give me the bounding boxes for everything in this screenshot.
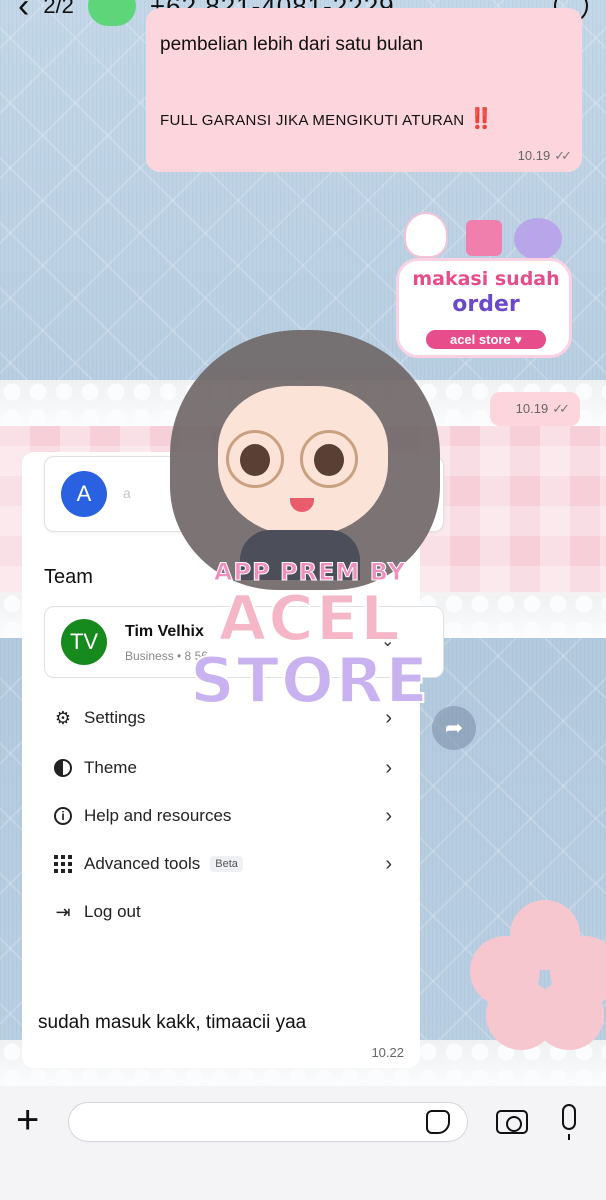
sticker-text: acel store ♥: [426, 330, 546, 349]
account-card[interactable]: A a: [44, 456, 444, 532]
message-time: 10.19: [517, 148, 551, 163]
account-avatar: A: [61, 471, 107, 517]
bunny-sticker-icon: [404, 212, 448, 258]
menu-item-theme[interactable]: Theme ›: [52, 750, 392, 786]
chevron-right-icon: ›: [385, 756, 392, 779]
read-receipt-icon: ✓✓: [554, 148, 572, 163]
message-timestamp: 10.19 ✓✓: [517, 148, 572, 164]
message-text-line: FULL GARANSI JIKA MENGIKUTI ATURAN: [160, 112, 465, 129]
menu-item-settings[interactable]: ⚙ Settings ›: [52, 700, 392, 736]
chat-counter: 2/2: [43, 0, 74, 18]
sticker-text: order: [452, 292, 520, 317]
incoming-image-message[interactable]: A a Team TV Tim Velhix Business • 8 56 ⌄…: [22, 452, 444, 1068]
team-plan: Business • 8 56: [125, 649, 208, 663]
bear-sticker-icon: [514, 218, 562, 260]
attach-plus-icon[interactable]: +: [16, 1100, 39, 1140]
shopping-bag-icon: [466, 220, 502, 256]
sticker-icon[interactable]: [426, 1110, 450, 1134]
camera-icon[interactable]: [496, 1110, 528, 1134]
double-exclamation-emoji: ‼️: [468, 108, 495, 130]
chevron-down-icon: ⌄: [381, 633, 395, 650]
team-card[interactable]: TV Tim Velhix Business • 8 56 ⌄: [44, 606, 444, 678]
contact-avatar[interactable]: [87, 0, 136, 26]
message-text: FULL GARANSI JIKA MENGIKUTI ATURAN ‼️: [160, 106, 568, 131]
gear-icon: ⚙: [54, 707, 72, 728]
menu-item-logout[interactable]: ⇥ Log out: [52, 894, 392, 930]
flower-decoration: [470, 900, 606, 1050]
menu-item-label: Theme: [84, 758, 137, 777]
chevron-right-icon: ›: [385, 804, 392, 827]
menu-item-label: Advanced tools: [84, 854, 201, 873]
outgoing-message-bubble[interactable]: pembelian lebih dari satu bulan FULL GAR…: [146, 8, 582, 172]
team-heading: Team: [44, 566, 93, 588]
chevron-right-icon: ›: [385, 852, 392, 875]
team-name: Tim Velhix: [125, 623, 204, 640]
sticker-timestamp-bubble: 10.19 ✓✓: [490, 392, 580, 426]
message-time: 10.19: [515, 401, 549, 416]
theme-icon: [52, 757, 74, 779]
thank-you-sticker[interactable]: makasi sudah order acel store ♥: [386, 208, 580, 368]
message-time: 10.22: [371, 1045, 404, 1060]
sticker-text: makasi sudah: [412, 268, 560, 290]
forward-icon[interactable]: ➦: [432, 706, 476, 750]
message-text: pembelian lebih dari satu bulan: [160, 34, 424, 55]
account-name: a: [123, 485, 131, 501]
beta-badge: Beta: [210, 856, 243, 872]
message-composer: +: [0, 1086, 606, 1200]
message-timestamp: 10.19 ✓✓: [515, 401, 570, 417]
back-icon[interactable]: ‹: [18, 0, 29, 26]
logout-icon: ⇥: [55, 901, 71, 922]
menu-item-advanced-tools[interactable]: Advanced tools Beta ›: [52, 846, 392, 882]
team-avatar: TV: [61, 619, 107, 665]
image-caption: sudah masuk kakk, timaacii yaa: [38, 1012, 307, 1033]
microphone-icon[interactable]: [562, 1104, 576, 1140]
read-receipt-icon: ✓✓: [552, 401, 570, 416]
grid-icon: [52, 853, 74, 875]
message-input[interactable]: [68, 1102, 468, 1142]
menu-item-label: Log out: [84, 902, 141, 921]
info-icon: i: [52, 805, 74, 827]
menu-item-help[interactable]: i Help and resources ›: [52, 798, 392, 834]
menu-item-label: Settings: [84, 708, 146, 727]
chevron-right-icon: ›: [385, 706, 392, 729]
menu-item-label: Help and resources: [84, 806, 232, 825]
